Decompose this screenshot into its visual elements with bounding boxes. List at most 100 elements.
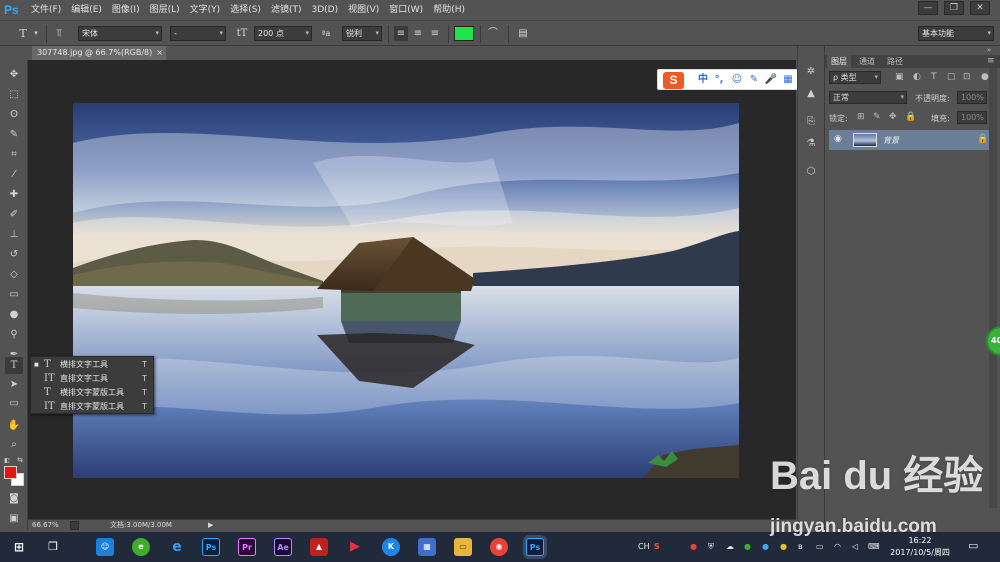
workspace-select[interactable]: 基本功能 ▾ [918,26,994,41]
tab-paths[interactable]: 路径 [883,55,907,68]
actions-panel-icon[interactable]: ⚗ [803,136,819,152]
clone-stamp-tool-icon[interactable]: ⊥ [5,226,23,243]
filter-shape-icon[interactable]: ▢ [947,72,956,82]
ime-lang-toggle[interactable]: 中 [696,73,710,87]
warp-text-icon[interactable]: ⌒ [484,26,502,41]
antialias-select[interactable]: 锐利 ▾ [342,26,382,41]
tray-keyboard-icon[interactable]: ⌨ [868,542,880,551]
ie-icon[interactable]: e [168,538,186,556]
app-ps-icon[interactable]: Ps [202,538,220,556]
visibility-eye-icon[interactable]: ◉ [834,134,842,144]
healing-brush-tool-icon[interactable]: ✚ [5,186,23,203]
dodge-tool-icon[interactable]: ⚲ [5,326,23,343]
app-store-icon[interactable]: ☺ [96,538,114,556]
history-panel-icon[interactable]: ⎘ [803,114,819,130]
filter-pixel-icon[interactable]: ▣ [895,72,904,82]
brush-tool-icon[interactable]: ✐ [5,206,23,223]
filter-smart-object-icon[interactable]: ⊡ [963,72,971,82]
type-tool-icon[interactable]: T [5,357,23,374]
tray-language[interactable]: CH [638,542,650,551]
flyout-item[interactable]: IT 直排文字工具 T [31,372,155,386]
ie360-icon[interactable]: e [132,538,150,556]
k-app-icon[interactable]: K [382,538,400,556]
history-brush-tool-icon[interactable]: ↺ [5,246,23,263]
menu-item[interactable]: 文字(Y) [185,0,226,20]
screen-mode-icon[interactable]: ▣ [5,510,23,527]
panel-scrollbar[interactable] [989,68,997,508]
start-icon[interactable]: ⊞ [10,538,28,556]
layer-kind-filter[interactable]: ρ 类型 ▾ [829,71,881,84]
handwriting-icon[interactable]: ✎ [747,73,761,87]
menu-item[interactable]: 图像(I) [107,0,145,20]
gradient-tool-icon[interactable]: ▭ [5,286,23,303]
flyout-item[interactable]: ■ T 横排文字工具 T [31,358,155,372]
blend-mode-select[interactable]: 正常 ▾ [829,91,907,104]
path-selection-tool-icon[interactable]: ➤ [5,376,23,393]
minimize-button[interactable]: — [918,1,938,15]
histogram-icon[interactable]: ▲ [803,86,819,102]
blur-tool-icon[interactable]: ● [5,306,23,323]
crop-tool-icon[interactable]: ⌗ [5,146,23,163]
align-right-icon[interactable]: ≡ [428,26,442,41]
media-player-icon[interactable]: ▶ [346,538,364,556]
flyout-item[interactable]: IT 直排文字蒙版工具 T [31,400,155,414]
marquee-tool-icon[interactable]: ⬚ [5,86,23,103]
tray-k-icon[interactable]: ● [762,542,769,551]
tab-channels[interactable]: 通道 [855,55,879,68]
quick-select-tool-icon[interactable]: ✎ [5,126,23,143]
filter-toggle-icon[interactable]: ● [981,72,989,82]
sogou-logo[interactable]: S [663,72,684,89]
text-color-swatch[interactable] [454,26,474,41]
move-tool-icon[interactable]: ✥ [5,66,23,83]
status-arrow-icon[interactable]: ▶ [208,520,213,531]
eraser-tool-icon[interactable]: ◇ [5,266,23,283]
zoom-tool-icon[interactable]: ⌕ [5,436,23,453]
acrobat-icon[interactable]: ▲ [310,538,328,556]
tab-layers[interactable]: 图层 [827,55,851,68]
menu-item[interactable]: 帮助(H) [428,0,470,20]
zoom-level[interactable]: 66.67% [32,520,59,531]
tray-guard-icon[interactable]: ● [744,542,751,551]
properties-3d-icon[interactable]: ⬡ [803,164,819,180]
task-view-icon[interactable]: ❐ [44,538,62,556]
tray-wifi-icon[interactable]: ◠ [834,542,841,551]
quick-mask-icon[interactable]: ◙ [5,490,23,507]
tray-bluetooth-icon[interactable]: ʙ [798,542,803,551]
filter-adjustment-icon[interactable]: ◐ [913,72,921,82]
preset-chevron-icon[interactable]: ▾ [32,26,40,41]
hand-tool-icon[interactable]: ✋ [5,417,23,434]
navigator-icon[interactable]: ✲ [803,64,819,80]
font-family-select[interactable]: 宋体 ▾ [78,26,162,41]
filter-type-icon[interactable]: T [931,72,937,82]
menu-item[interactable]: 编辑(E) [66,0,107,20]
restore-button[interactable]: ❐ [944,1,964,15]
align-left-icon[interactable]: ≡ [394,26,408,41]
type-tool-preset-icon[interactable]: T [14,26,32,41]
panel-menu-icon[interactable]: ≡ [987,56,995,66]
lock-position-icon[interactable]: ✥ [889,112,897,122]
menu-item[interactable]: 窗口(W) [384,0,428,20]
flyout-item[interactable]: T 横排文字蒙版工具 T [31,386,155,400]
tray-cloud-icon[interactable]: ☁ [726,542,734,551]
close-button[interactable]: ✕ [970,1,990,15]
emoji-icon[interactable]: ☺ [730,73,744,87]
chrome-icon[interactable]: ◉ [490,538,508,556]
calculator-icon[interactable]: ▦ [418,538,436,556]
tray-antivirus-icon[interactable]: ● [690,542,697,551]
toolbox-icon[interactable]: ▦ [781,73,795,87]
tray-sogou-icon[interactable]: S [654,542,660,551]
notification-icon[interactable]: ▭ [968,539,978,552]
voice-icon[interactable]: 🎤 [764,73,778,87]
punctuation-icon[interactable]: °, [712,73,726,87]
menu-item[interactable]: 滤镜(T) [266,0,307,20]
tray-shield-icon[interactable]: ⛨ [708,542,714,552]
menu-item[interactable]: 视图(V) [343,0,384,20]
toggle-orientation-icon[interactable]: ⫪ [50,26,68,41]
file-explorer-icon[interactable]: ▭ [454,538,472,556]
opacity-input[interactable]: 100% [957,91,987,104]
menu-item[interactable]: 图层(L) [145,0,185,20]
system-clock[interactable]: 16:22 2017/10/5/周四 [890,535,950,559]
app-ps-active-icon[interactable]: Ps [526,538,544,556]
tray-app-icon[interactable]: ● [780,542,787,551]
menu-item[interactable]: 3D(D) [306,0,343,20]
